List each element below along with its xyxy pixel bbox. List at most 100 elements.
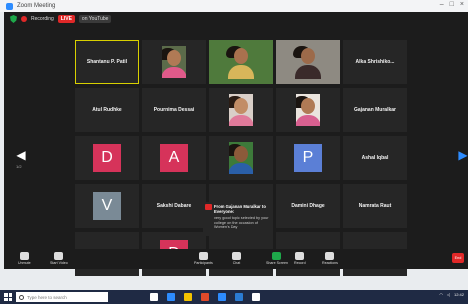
participant-avatar: V: [93, 192, 121, 220]
windows-taskbar: ◠ ◁ 12:42: [0, 290, 468, 304]
zoom-app-icon: [6, 2, 13, 10]
reactions-icon: [325, 252, 335, 260]
close-icon[interactable]: ×: [460, 1, 464, 8]
participant-tile[interactable]: P: [276, 136, 340, 180]
participant-name: Damini Dhage: [291, 203, 325, 209]
participant-tile[interactable]: [142, 40, 206, 84]
meeting-window: Recording LIVE on YouTube ◀ 1/2 ▶ Shanta…: [4, 12, 468, 276]
taskbar-search[interactable]: [16, 292, 108, 302]
record-icon: [295, 252, 305, 260]
control-label: Participants: [194, 261, 213, 265]
chat-from: From Gajanan Muralkar to Everyone:: [214, 204, 266, 214]
clock[interactable]: 12:42: [454, 292, 464, 297]
control-label: Reactions: [322, 261, 338, 265]
participant-tile[interactable]: Alka Shrishiko...: [343, 40, 407, 84]
word-icon[interactable]: [235, 293, 243, 301]
share-screen-button[interactable]: Share Screen: [266, 252, 288, 265]
taskbar-search-input[interactable]: [27, 294, 107, 300]
participant-tile[interactable]: [276, 40, 340, 84]
participant-video: [276, 88, 340, 132]
mic-icon: [19, 252, 29, 260]
prev-page-arrow-icon[interactable]: ◀: [16, 148, 26, 162]
meeting-topbar: Recording LIVE on YouTube: [4, 12, 468, 26]
maximize-icon[interactable]: □: [450, 1, 454, 8]
participant-name: Shantanu P. Patil: [86, 59, 128, 65]
recording-dot-icon: [21, 16, 27, 22]
participant-tile[interactable]: [209, 88, 273, 132]
video-icon: [54, 252, 64, 260]
participant-avatar: D: [93, 144, 121, 172]
zoom-taskbar-icon[interactable]: [218, 293, 226, 301]
participant-tile[interactable]: Shantanu P. Patil: [75, 40, 139, 84]
share-screen-icon: [272, 252, 282, 260]
reactions-button[interactable]: Reactions: [322, 252, 338, 265]
participant-tile[interactable]: Gajanan Muralkar: [343, 88, 407, 132]
participant-name: Pournima Dessai: [153, 107, 195, 113]
recording-label[interactable]: Recording: [31, 16, 54, 22]
window-title: Zoom Meeting: [17, 3, 56, 9]
end-meeting-button[interactable]: End: [452, 253, 464, 263]
edge-icon[interactable]: [167, 293, 175, 301]
taskbar-apps: [150, 293, 260, 301]
wifi-icon[interactable]: ◠: [439, 292, 443, 297]
chat-button[interactable]: Chat: [232, 252, 241, 265]
participant-tile[interactable]: Pournima Dessai: [142, 88, 206, 132]
control-label: Chat: [232, 261, 241, 265]
window-controls: – □ ×: [440, 1, 464, 8]
record-button[interactable]: Record: [294, 252, 306, 265]
participant-tile[interactable]: V: [75, 184, 139, 228]
participant-name: Ashal Iqbal: [361, 155, 389, 161]
live-badge[interactable]: LIVE: [57, 15, 75, 23]
participant-tile[interactable]: Sakshi Dabare: [142, 184, 206, 228]
participant-name: Alka Shrishiko...: [355, 59, 395, 65]
security-shield-icon[interactable]: [10, 15, 17, 23]
participant-video: [142, 40, 206, 84]
participant-name: Atul Rudhke: [92, 107, 122, 113]
mic-button[interactable]: Unmute: [18, 252, 31, 265]
windows-start-icon[interactable]: [4, 293, 12, 301]
participant-tile[interactable]: [209, 40, 273, 84]
page-indicator: 1/2: [16, 164, 22, 169]
participant-video: [209, 40, 273, 84]
participant-tile[interactable]: A: [142, 136, 206, 180]
chat-bubble-icon: [205, 204, 212, 210]
participant-tile[interactable]: Namrata Raut: [343, 184, 407, 228]
participant-name: Sakshi Dabare: [156, 203, 192, 209]
control-label: Record: [294, 261, 306, 265]
office-icon[interactable]: [201, 293, 209, 301]
next-page-arrow-icon[interactable]: ▶: [458, 148, 468, 162]
window-titlebar: Zoom Meeting – □ ×: [0, 0, 468, 12]
participant-video: [209, 88, 273, 132]
chat-notification[interactable]: From Gajanan Muralkar to Everyone: very …: [203, 202, 273, 236]
video-button[interactable]: Start Video: [50, 252, 68, 265]
participant-tile[interactable]: [276, 88, 340, 132]
chat-message: very good topic selected by your college…: [214, 216, 269, 230]
control-label: Start Video: [50, 261, 68, 265]
volume-icon[interactable]: ◁: [447, 292, 450, 297]
participant-video: [209, 136, 273, 180]
participant-avatar: A: [160, 144, 188, 172]
participant-tile[interactable]: Atul Rudhke: [75, 88, 139, 132]
participant-grid: Shantanu P. Patil Alka Shrishiko... Atul R…: [75, 40, 409, 278]
control-label: Share Screen: [266, 261, 288, 265]
chrome-icon[interactable]: [252, 293, 260, 301]
youtube-badge[interactable]: on YouTube: [78, 15, 112, 23]
participant-name: Gajanan Muralkar: [354, 107, 396, 113]
file-explorer-icon[interactable]: [184, 293, 192, 301]
participant-tile[interactable]: Damini Dhage: [276, 184, 340, 228]
participant-tile[interactable]: [209, 136, 273, 180]
system-tray: ◠ ◁ 12:42: [439, 292, 464, 297]
control-label: Unmute: [18, 261, 31, 265]
minimize-icon[interactable]: –: [440, 1, 444, 8]
participant-tile[interactable]: D: [75, 136, 139, 180]
chat-icon: [232, 252, 241, 260]
search-icon: [19, 294, 24, 300]
participant-tile[interactable]: Ashal Iqbal: [343, 136, 407, 180]
participant-name: Namrata Raut: [358, 203, 392, 209]
participant-video: [276, 40, 340, 84]
participants-button[interactable]: Participants: [194, 252, 213, 265]
meeting-controls: End Unmute Start Video Participants Chat Sha…: [4, 249, 468, 269]
participant-avatar: P: [294, 144, 322, 172]
task-view-icon[interactable]: [150, 293, 158, 301]
participants-icon: [198, 252, 208, 260]
